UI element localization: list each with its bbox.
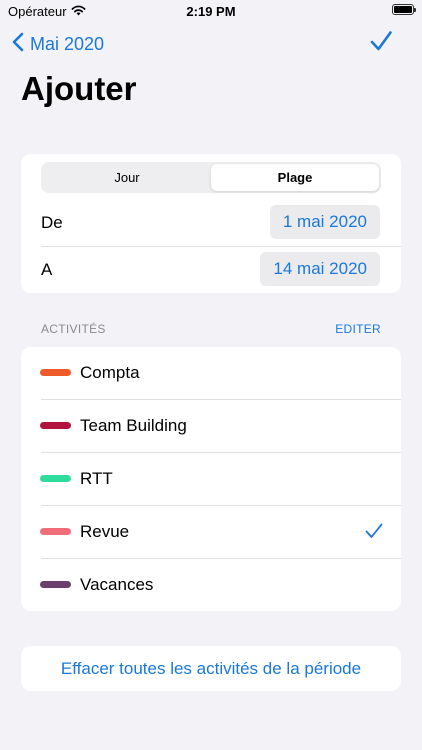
to-label: A	[41, 260, 53, 279]
activities-section-title: ACTIVITÉS	[41, 322, 106, 336]
segment-plage[interactable]: Plage	[211, 164, 379, 191]
checkmark-icon	[365, 523, 383, 544]
activity-color-swatch	[40, 581, 71, 588]
page-title: Ajouter	[21, 70, 137, 107]
back-button-label: Mai 2020	[30, 34, 105, 54]
from-date-button[interactable]: 1 mai 2020	[269, 205, 380, 239]
clear-activities-button[interactable]: Effacer toutes les activités de la pério…	[21, 646, 401, 691]
activity-label: Vacances	[80, 575, 154, 594]
from-row: De 1 mai 2020	[21, 200, 401, 246]
mode-segmented-control: Jour Plage	[41, 162, 381, 193]
navigation-bar: Mai 2020	[0, 28, 422, 60]
segment-jour[interactable]: Jour	[43, 164, 211, 191]
to-date-button[interactable]: 14 mai 2020	[260, 252, 380, 286]
done-button[interactable]	[370, 30, 392, 57]
battery-icon	[392, 4, 416, 15]
activity-label: Compta	[80, 363, 140, 382]
activity-color-swatch	[40, 528, 71, 535]
activity-label: Revue	[80, 522, 130, 541]
chevron-left-icon	[12, 32, 24, 57]
activity-row-team-building[interactable]: Team Building	[21, 400, 401, 453]
checkmark-icon	[370, 31, 392, 56]
activity-row-vacances[interactable]: Vacances	[21, 559, 401, 612]
battery-fill	[394, 6, 412, 13]
activity-color-swatch	[40, 422, 71, 429]
activities-section-header: ACTIVITÉS EDITER	[41, 320, 381, 338]
activity-row-revue[interactable]: Revue	[21, 506, 401, 559]
activity-row-rtt[interactable]: RTT	[21, 453, 401, 506]
activity-row-compta[interactable]: Compta	[21, 347, 401, 400]
activity-label: RTT	[80, 469, 113, 488]
activity-color-swatch	[40, 369, 71, 376]
edit-activities-button[interactable]: EDITER	[335, 322, 381, 336]
back-button[interactable]: Mai 2020	[12, 32, 104, 57]
clear-activities-label: Effacer toutes les activités de la pério…	[60, 658, 362, 678]
status-time: 2:19 PM	[186, 4, 236, 19]
activity-color-swatch	[40, 475, 71, 482]
date-range-card: Jour Plage De 1 mai 2020 A 14 mai 2020	[21, 154, 401, 293]
from-label: De	[41, 213, 63, 232]
status-right	[392, 4, 416, 15]
to-row: A 14 mai 2020	[21, 247, 401, 293]
activity-label: Team Building	[80, 416, 187, 435]
status-bar: Opérateur 2:19 PM	[0, 0, 422, 24]
activities-list: Compta Team Building RTT Revue Vacances	[21, 347, 401, 611]
